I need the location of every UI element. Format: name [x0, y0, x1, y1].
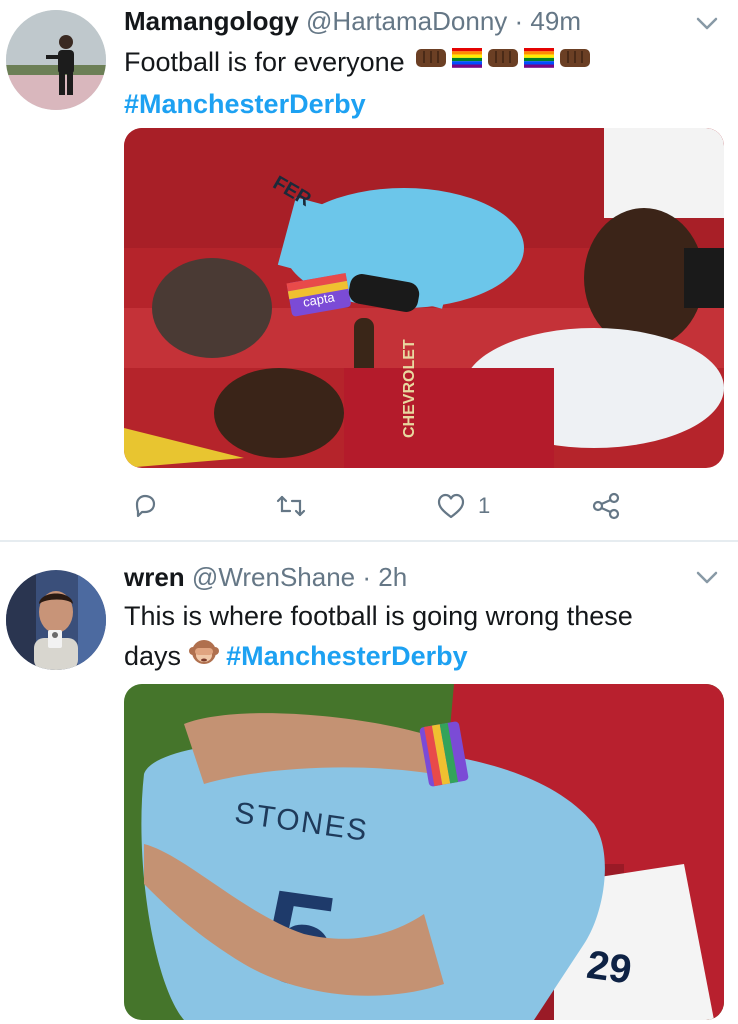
- like-button[interactable]: 1: [436, 486, 490, 526]
- tweet-header: wren @WrenShane · 2h: [124, 562, 407, 593]
- retweet-button[interactable]: [276, 486, 306, 526]
- tweet-text-line: days: [124, 641, 182, 671]
- timestamp[interactable]: 2h: [378, 562, 407, 592]
- tweet-image[interactable]: capta FER CHEVROLET: [124, 128, 724, 468]
- chevron-down-icon[interactable]: [694, 10, 720, 36]
- handle[interactable]: @HartamaDonny: [306, 6, 507, 36]
- raised-fist-icon: [416, 49, 447, 68]
- rainbow-flag-icon: [452, 48, 483, 69]
- rainbow-flag-icon: [524, 48, 555, 69]
- avatar[interactable]: [6, 570, 106, 670]
- avatar[interactable]: [6, 10, 106, 110]
- tweet-text: This is where football is going wrong th…: [124, 596, 704, 678]
- tweet-text-line: Football is for everyone: [124, 47, 405, 77]
- raised-fist-icon: [560, 49, 591, 68]
- reply-button[interactable]: [132, 486, 158, 526]
- tweet-header: Mamangology @HartamaDonny · 49m: [124, 6, 581, 37]
- tweet-2[interactable]: wren @WrenShane · 2h This is where footb…: [0, 542, 738, 1024]
- retweet-icon: [276, 495, 306, 517]
- display-name[interactable]: Mamangology: [124, 6, 299, 36]
- chevron-down-icon[interactable]: [694, 564, 720, 590]
- tweet-actions: 1: [0, 486, 738, 526]
- raised-fist-icon: [488, 49, 519, 68]
- shorts-number-text: 29: [584, 943, 634, 993]
- display-name[interactable]: wren: [124, 562, 185, 592]
- tweet-1[interactable]: Mamangology @HartamaDonny · 49m Football…: [0, 0, 738, 540]
- hashtag-link[interactable]: #ManchesterDerby: [226, 641, 468, 671]
- share-icon: [592, 492, 620, 520]
- timestamp[interactable]: 49m: [530, 6, 581, 36]
- heart-icon: [437, 493, 465, 519]
- see-no-evil-monkey-icon: [188, 637, 219, 678]
- handle[interactable]: @WrenShane: [192, 562, 355, 592]
- like-count: 1: [478, 493, 491, 518]
- sponsor-text: CHEVROLET: [401, 339, 418, 438]
- tweet-image[interactable]: 29 FER STONES 5: [124, 684, 724, 1020]
- tweet-text-line: This is where football is going wrong th…: [124, 601, 633, 631]
- hashtag-link[interactable]: #ManchesterDerby: [124, 89, 366, 119]
- reply-icon: [135, 494, 156, 518]
- emoji-row: [412, 43, 598, 84]
- separator: ·: [514, 6, 524, 36]
- tweet-text: Football is for everyone #ManchesterDerb…: [124, 42, 704, 124]
- share-button[interactable]: [592, 486, 620, 526]
- separator: ·: [362, 562, 372, 592]
